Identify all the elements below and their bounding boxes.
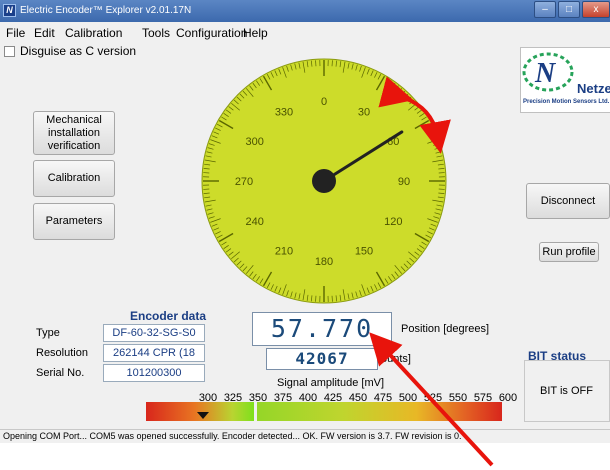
pointer-arrow-icon xyxy=(369,332,494,467)
rotation-arrow-icon xyxy=(378,76,451,154)
annotation-overlay xyxy=(369,76,494,467)
